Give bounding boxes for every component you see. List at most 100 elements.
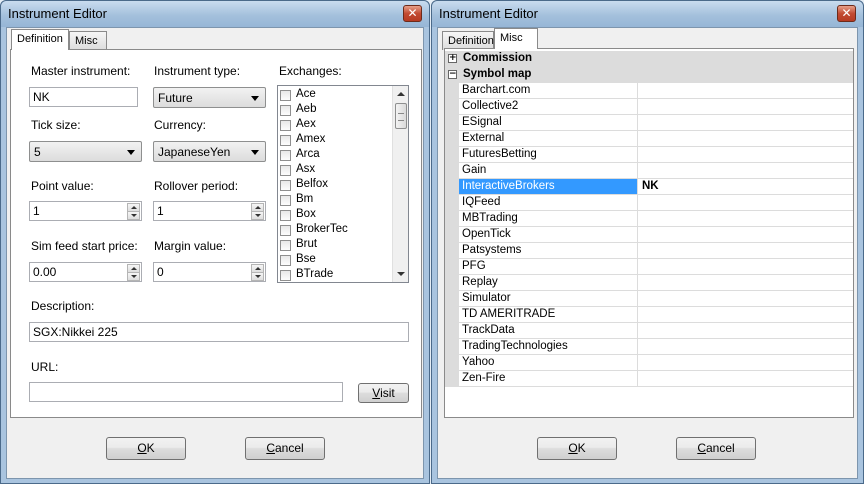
symbol-map-value[interactable]: [639, 131, 853, 146]
symbol-map-value[interactable]: [639, 355, 853, 370]
symbol-map-value[interactable]: [639, 339, 853, 354]
symbol-map-row[interactable]: OpenTick: [445, 227, 853, 243]
symbol-map-provider[interactable]: ESignal: [459, 115, 638, 130]
symbol-map-provider[interactable]: OpenTick: [459, 227, 638, 242]
ok-button[interactable]: OK: [537, 437, 617, 460]
symbol-map-row[interactable]: IQFeed: [445, 195, 853, 211]
visit-button[interactable]: Visit: [358, 383, 409, 403]
symbol-map-value[interactable]: [639, 371, 853, 386]
exchange-checkbox[interactable]: [280, 270, 291, 281]
symbol-map-provider[interactable]: Yahoo: [459, 355, 638, 370]
symbol-map-row[interactable]: TradingTechnologies: [445, 339, 853, 355]
symbol-map-provider[interactable]: TradingTechnologies: [459, 339, 638, 354]
title-bar[interactable]: Instrument Editor ✕: [1, 1, 429, 27]
tab-misc[interactable]: Misc: [69, 31, 107, 50]
symbol-map-provider[interactable]: InteractiveBrokers: [459, 179, 638, 194]
symbol-map-provider[interactable]: FuturesBetting: [459, 147, 638, 162]
exchange-checkbox[interactable]: [280, 195, 291, 206]
exchange-checkbox[interactable]: [280, 240, 291, 251]
exchange-checkbox[interactable]: [280, 120, 291, 131]
symbol-map-row[interactable]: Patsystems: [445, 243, 853, 259]
rollover-period-spinner[interactable]: 1: [153, 201, 266, 221]
spin-down-icon[interactable]: [127, 211, 140, 220]
title-bar[interactable]: Instrument Editor ✕: [432, 1, 863, 27]
symbol-map-value[interactable]: [639, 99, 853, 114]
url-field[interactable]: [29, 382, 343, 402]
master-instrument-field[interactable]: NK: [29, 87, 138, 107]
exchange-checkbox[interactable]: [280, 90, 291, 101]
symbol-map-provider[interactable]: Zen-Fire: [459, 371, 638, 386]
tab-misc[interactable]: Misc: [494, 28, 538, 49]
symbol-map-row[interactable]: Gain: [445, 163, 853, 179]
symbol-map-provider[interactable]: IQFeed: [459, 195, 638, 210]
scroll-down-icon[interactable]: [397, 272, 405, 276]
spin-down-icon[interactable]: [127, 272, 140, 281]
symbol-map-row[interactable]: Yahoo: [445, 355, 853, 371]
symbol-map-value[interactable]: NK: [639, 179, 853, 194]
symbol-map-value[interactable]: [639, 323, 853, 338]
cancel-button[interactable]: Cancel: [245, 437, 325, 460]
category-commission[interactable]: + Commission: [445, 51, 853, 67]
sim-feed-start-price-spinner[interactable]: 0.00: [29, 262, 142, 282]
cancel-button[interactable]: Cancel: [676, 437, 756, 460]
symbol-map-row[interactable]: Barchart.com: [445, 83, 853, 99]
symbol-map-row[interactable]: FuturesBetting: [445, 147, 853, 163]
symbol-map-value[interactable]: [639, 291, 853, 306]
symbol-map-provider[interactable]: Gain: [459, 163, 638, 178]
exchange-checkbox[interactable]: [280, 105, 291, 116]
symbol-map-value[interactable]: [639, 307, 853, 322]
currency-dropdown[interactable]: JapaneseYen: [153, 141, 266, 162]
symbol-map-provider[interactable]: External: [459, 131, 638, 146]
symbol-map-value[interactable]: [639, 147, 853, 162]
exchange-checkbox[interactable]: [280, 225, 291, 236]
exchange-checkbox[interactable]: [280, 165, 291, 176]
symbol-map-row[interactable]: TrackData: [445, 323, 853, 339]
symbol-map-row[interactable]: TD AMERITRADE: [445, 307, 853, 323]
scroll-up-icon[interactable]: [397, 92, 405, 96]
category-symbol-map[interactable]: − Symbol map: [445, 67, 853, 83]
exchanges-listbox[interactable]: Ace Aeb Aex Amex Arca Asx Belfox Bm Box BrokerTec…: [277, 85, 409, 283]
close-icon[interactable]: ✕: [837, 5, 856, 22]
symbol-map-row[interactable]: InteractiveBrokers NK: [445, 179, 853, 195]
symbol-map-provider[interactable]: MBTrading: [459, 211, 638, 226]
symbol-map-provider[interactable]: TD AMERITRADE: [459, 307, 638, 322]
symbol-map-provider[interactable]: Patsystems: [459, 243, 638, 258]
symbol-map-row[interactable]: ESignal: [445, 115, 853, 131]
ok-button[interactable]: OK: [106, 437, 186, 460]
symbol-map-value[interactable]: [639, 115, 853, 130]
close-icon[interactable]: ✕: [403, 5, 422, 22]
symbol-map-value[interactable]: [639, 83, 853, 98]
symbol-map-row[interactable]: Simulator: [445, 291, 853, 307]
symbol-map-provider[interactable]: PFG: [459, 259, 638, 274]
symbol-map-provider[interactable]: Replay: [459, 275, 638, 290]
symbol-map-value[interactable]: [639, 163, 853, 178]
symbol-map-row[interactable]: Zen-Fire: [445, 371, 853, 387]
point-value-spinner[interactable]: 1: [29, 201, 142, 221]
scroll-thumb[interactable]: [395, 103, 407, 129]
symbol-map-provider[interactable]: Simulator: [459, 291, 638, 306]
exchange-checkbox[interactable]: [280, 135, 291, 146]
symbol-map-value[interactable]: [639, 211, 853, 226]
symbol-map-value[interactable]: [639, 275, 853, 290]
exchanges-scrollbar[interactable]: [392, 86, 408, 282]
description-field[interactable]: SGX:Nikkei 225: [29, 322, 409, 342]
exchange-checkbox[interactable]: [280, 180, 291, 191]
symbol-map-value[interactable]: [639, 259, 853, 274]
margin-value-spinner[interactable]: 0: [153, 262, 266, 282]
symbol-map-row[interactable]: External: [445, 131, 853, 147]
symbol-map-row[interactable]: Replay: [445, 275, 853, 291]
symbol-map-row[interactable]: MBTrading: [445, 211, 853, 227]
instrument-type-dropdown[interactable]: Future: [153, 87, 266, 108]
symbol-map-provider[interactable]: Barchart.com: [459, 83, 638, 98]
symbol-map-row[interactable]: Collective2: [445, 99, 853, 115]
symbol-map-provider[interactable]: TrackData: [459, 323, 638, 338]
tick-size-dropdown[interactable]: 5: [29, 141, 142, 162]
tab-definition[interactable]: Definition: [11, 29, 69, 50]
spin-down-icon[interactable]: [251, 211, 264, 220]
exchange-checkbox[interactable]: [280, 150, 291, 161]
symbol-map-value[interactable]: [639, 227, 853, 242]
symbol-map-value[interactable]: [639, 243, 853, 258]
symbol-map-provider[interactable]: Collective2: [459, 99, 638, 114]
exchange-checkbox[interactable]: [280, 210, 291, 221]
exchange-checkbox[interactable]: [280, 255, 291, 266]
